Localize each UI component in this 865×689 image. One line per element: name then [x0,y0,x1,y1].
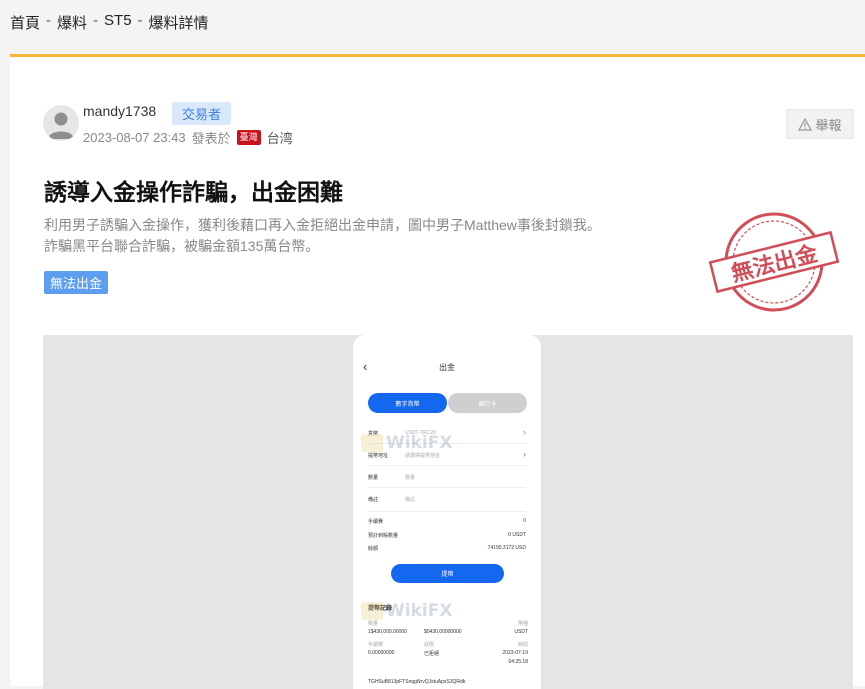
breadcrumb-home[interactable]: 首頁 [10,12,40,33]
phone-title: 出金 [439,363,455,372]
post-description-line: 詐騙黑平台聯合詐騙，被騙金額135萬台幣。 [44,238,320,254]
phone-record-cell: USDT [514,629,528,635]
breadcrumb-exposure[interactable]: 爆料 [57,12,87,33]
post-meta: 2023-08-07 23:43 發表於 臺灣 台湾 [83,128,293,147]
phone-kv-key: 預計到賬數量 [368,533,399,539]
phone-record-cell: 時間 [517,642,528,648]
watermark: WikiFX [361,433,452,453]
phone-kv-value: 0 [523,518,526,524]
post-description-line: 利用男子誘騙入金操作，獲利後藉口再入金拒絕出金申請，圖中男子Matthew事後封… [44,217,601,233]
phone-record-cell: 數量 [368,621,379,627]
author-name[interactable]: mandy1738 [83,103,156,119]
post-title: 誘導入金操作詐騙，出金困難 [44,179,343,205]
wikifx-logo-icon [361,434,383,452]
post-card: mandy1738 交易者 2023-08-07 23:43 發表於 臺灣 台湾… [10,54,865,689]
phone-row: 數量 數量 [368,471,526,485]
breadcrumb-separator: - [46,12,52,29]
breadcrumb-separator: - [137,12,143,29]
phone-record-cell: 狀態 [424,642,435,648]
chevron-right-icon: › [523,427,526,437]
role-badge: 交易者 [172,102,232,125]
phone-record-cell: 1$430,000.00000 [368,629,407,635]
category-tag[interactable]: 無法出金 [44,271,109,294]
phone-submit-button: 提幣 [391,564,504,583]
phone-address: TGHSuB813pFTSnqgNrvQJstuApxS3QRdk [368,679,466,685]
phone-record-cell: 04:25:18 [508,659,528,665]
phone-screenshot: ‹ 出金 數字貨幣 銀行卡 貨幣 USDT-TRC20 › 提幣地址 請選擇提幣… [353,335,541,689]
flag-icon: 臺灣 [236,130,261,145]
phone-kv: 預計到賬數量 0 USDT [368,532,526,542]
breadcrumb-current: 爆料詳情 [148,15,209,32]
report-button[interactable]: 舉報 [786,109,854,139]
avatar[interactable] [43,105,79,141]
phone-row-label: 提幣地址 [368,453,389,459]
phone-row-value: 請選擇提幣地址 [405,453,441,459]
divider [368,487,526,488]
watermark-text: WikiFX [386,433,453,453]
phone-tab-crypto: 數字貨幣 [368,393,447,413]
breadcrumb-broker[interactable]: ST5 [104,12,132,33]
phone-record-cell: 幣種 [517,621,528,627]
stamp-icon: 無法出金 [708,212,840,312]
phone-row-value: 數量 [405,475,416,481]
phone-record-cell: 0.00000000 [368,650,395,656]
phone-row-label: 數量 [368,475,379,481]
chevron-right-icon: › [523,449,526,459]
watermark-text: WikiFX [386,601,453,621]
phone-kv-key: 手續費 [368,519,384,525]
phone-row-value: 備註 [405,497,416,503]
breadcrumb: 首頁 - 爆料 - ST5 - 爆料詳情 [10,12,209,33]
phone-kv-key: 餘額 [368,546,379,552]
wikifx-logo-icon [361,602,383,620]
report-label: 舉報 [815,117,842,133]
phone-tab-bank: 銀行卡 [448,393,527,413]
phone-row-label: 備註 [368,497,379,503]
posted-at-label: 發表於 [191,131,231,146]
watermark: WikiFX [361,601,452,621]
user-icon [48,112,74,139]
divider [368,511,526,512]
evidence-image[interactable]: ‹ 出金 數字貨幣 銀行卡 貨幣 USDT-TRC20 › 提幣地址 請選擇提幣… [43,335,853,689]
phone-record-cell: 手續費 [368,642,384,648]
phone-kv-value: 74190.3172 USD [487,545,526,551]
post-description: 利用男子誘騙入金操作，獲利後藉口再入金拒絕出金申請，圖中男子Matthew事後封… [44,215,664,257]
phone-row: 備註 備註 [368,493,526,507]
warning-icon [798,117,813,131]
phone-kv: 手續費 0 [368,518,526,528]
phone-record-cell: 已拒絕 [424,651,440,657]
phone-record-cell: 2023-07-19 [502,650,528,656]
phone-kv-value: 0 USDT [508,532,526,538]
phone-record-cell: $0430,00000000 [424,629,462,635]
region-label: 台湾 [266,131,293,146]
divider [368,465,526,466]
breadcrumb-separator: - [93,12,99,29]
post-datetime: 2023-08-07 23:43 [83,130,186,145]
phone-kv: 餘額 74190.3172 USD [368,545,526,555]
